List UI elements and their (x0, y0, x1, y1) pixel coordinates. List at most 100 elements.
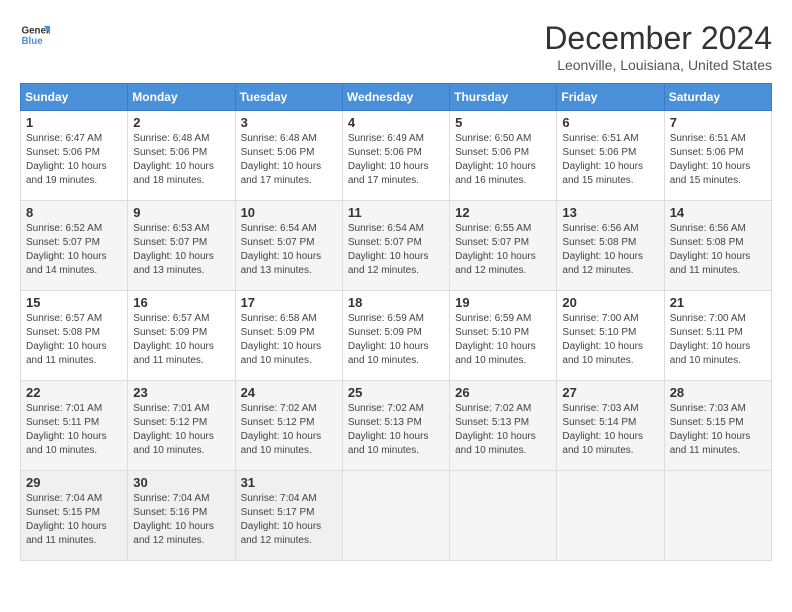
calendar-day-cell: 18 Sunrise: 6:59 AM Sunset: 5:09 PM Dayli… (342, 291, 449, 381)
day-info: Sunrise: 6:49 AM Sunset: 5:06 PM Dayligh… (348, 132, 444, 188)
day-number: 28 (670, 385, 766, 400)
day-number: 11 (348, 205, 444, 220)
day-info: Sunrise: 7:00 AM Sunset: 5:11 PM Dayligh… (670, 312, 766, 368)
calendar-day-header: Friday (557, 84, 664, 111)
calendar-day-cell: 6 Sunrise: 6:51 AM Sunset: 5:06 PM Daylig… (557, 111, 664, 201)
title-section: December 2024 Leonville, Louisiana, Unit… (544, 20, 772, 73)
calendar-day-cell: 9 Sunrise: 6:53 AM Sunset: 5:07 PM Daylig… (128, 201, 235, 291)
day-info: Sunrise: 7:03 AM Sunset: 5:15 PM Dayligh… (670, 402, 766, 458)
day-info: Sunrise: 6:57 AM Sunset: 5:09 PM Dayligh… (133, 312, 229, 368)
day-number: 24 (241, 385, 337, 400)
calendar-day-cell: 24 Sunrise: 7:02 AM Sunset: 5:12 PM Dayli… (235, 381, 342, 471)
day-info: Sunrise: 6:53 AM Sunset: 5:07 PM Dayligh… (133, 222, 229, 278)
day-info: Sunrise: 6:58 AM Sunset: 5:09 PM Dayligh… (241, 312, 337, 368)
day-info: Sunrise: 6:56 AM Sunset: 5:08 PM Dayligh… (562, 222, 658, 278)
day-info: Sunrise: 6:51 AM Sunset: 5:06 PM Dayligh… (670, 132, 766, 188)
day-number: 22 (26, 385, 122, 400)
day-number: 6 (562, 115, 658, 130)
day-info: Sunrise: 6:55 AM Sunset: 5:07 PM Dayligh… (455, 222, 551, 278)
month-title: December 2024 (544, 20, 772, 57)
calendar-day-cell: 22 Sunrise: 7:01 AM Sunset: 5:11 PM Dayli… (21, 381, 128, 471)
day-info: Sunrise: 6:56 AM Sunset: 5:08 PM Dayligh… (670, 222, 766, 278)
calendar-day-header: Tuesday (235, 84, 342, 111)
day-info: Sunrise: 6:48 AM Sunset: 5:06 PM Dayligh… (241, 132, 337, 188)
calendar-day-cell: 28 Sunrise: 7:03 AM Sunset: 5:15 PM Dayli… (664, 381, 771, 471)
calendar-day-cell: 23 Sunrise: 7:01 AM Sunset: 5:12 PM Dayli… (128, 381, 235, 471)
day-info: Sunrise: 6:47 AM Sunset: 5:06 PM Dayligh… (26, 132, 122, 188)
day-info: Sunrise: 7:03 AM Sunset: 5:14 PM Dayligh… (562, 402, 658, 458)
day-number: 14 (670, 205, 766, 220)
calendar-day-cell: 31Sunrise: 7:04 AM Sunset: 5:17 PM Dayli… (235, 471, 342, 561)
day-info: Sunrise: 7:02 AM Sunset: 5:12 PM Dayligh… (241, 402, 337, 458)
calendar-day-cell: 26 Sunrise: 7:02 AM Sunset: 5:13 PM Dayli… (450, 381, 557, 471)
calendar-day-cell: 15 Sunrise: 6:57 AM Sunset: 5:08 PM Dayli… (21, 291, 128, 381)
calendar-week-row: 22 Sunrise: 7:01 AM Sunset: 5:11 PM Dayli… (21, 381, 772, 471)
day-info: Sunrise: 7:02 AM Sunset: 5:13 PM Dayligh… (455, 402, 551, 458)
calendar-day-cell: 25Sunrise: 7:02 AM Sunset: 5:13 PM Dayli… (342, 381, 449, 471)
calendar-day-cell: 8 Sunrise: 6:52 AM Sunset: 5:07 PM Daylig… (21, 201, 128, 291)
calendar-day-header: Wednesday (342, 84, 449, 111)
calendar-day-cell: 4Sunrise: 6:49 AM Sunset: 5:06 PM Daylig… (342, 111, 449, 201)
day-number: 5 (455, 115, 551, 130)
day-number: 7 (670, 115, 766, 130)
logo: General Blue (20, 20, 50, 50)
calendar-day-cell (664, 471, 771, 561)
calendar-day-cell: 27 Sunrise: 7:03 AM Sunset: 5:14 PM Dayli… (557, 381, 664, 471)
day-number: 29 (26, 475, 122, 490)
calendar-day-cell: 3 Sunrise: 6:48 AM Sunset: 5:06 PM Daylig… (235, 111, 342, 201)
calendar-day-cell (342, 471, 449, 561)
calendar-day-cell: 17 Sunrise: 6:58 AM Sunset: 5:09 PM Dayli… (235, 291, 342, 381)
calendar-day-cell: 29 Sunrise: 7:04 AM Sunset: 5:15 PM Dayli… (21, 471, 128, 561)
day-info: Sunrise: 7:01 AM Sunset: 5:11 PM Dayligh… (26, 402, 122, 458)
day-number: 19 (455, 295, 551, 310)
day-number: 10 (241, 205, 337, 220)
calendar-day-header: Thursday (450, 84, 557, 111)
day-number: 16 (133, 295, 229, 310)
day-number: 1 (26, 115, 122, 130)
calendar-table: SundayMondayTuesdayWednesdayThursdayFrid… (20, 83, 772, 561)
day-number: 31 (241, 475, 337, 490)
day-info: Sunrise: 6:59 AM Sunset: 5:09 PM Dayligh… (348, 312, 444, 368)
day-number: 2 (133, 115, 229, 130)
day-number: 30 (133, 475, 229, 490)
calendar-day-cell: 21Sunrise: 7:00 AM Sunset: 5:11 PM Dayli… (664, 291, 771, 381)
day-number: 27 (562, 385, 658, 400)
day-number: 8 (26, 205, 122, 220)
day-info: Sunrise: 7:04 AM Sunset: 5:15 PM Dayligh… (26, 492, 122, 548)
calendar-day-cell: 13 Sunrise: 6:56 AM Sunset: 5:08 PM Dayli… (557, 201, 664, 291)
calendar-week-row: 29 Sunrise: 7:04 AM Sunset: 5:15 PM Dayli… (21, 471, 772, 561)
day-info: Sunrise: 6:52 AM Sunset: 5:07 PM Dayligh… (26, 222, 122, 278)
svg-text:Blue: Blue (22, 36, 44, 47)
day-number: 13 (562, 205, 658, 220)
logo-icon: General Blue (20, 20, 50, 50)
day-number: 12 (455, 205, 551, 220)
page-header: General Blue December 2024 Leonville, Lo… (20, 20, 772, 73)
day-number: 18 (348, 295, 444, 310)
location: Leonville, Louisiana, United States (544, 57, 772, 73)
calendar-week-row: 1 Sunrise: 6:47 AM Sunset: 5:06 PM Daylig… (21, 111, 772, 201)
calendar-day-cell: 7 Sunrise: 6:51 AM Sunset: 5:06 PM Daylig… (664, 111, 771, 201)
calendar-day-cell: 20Sunrise: 7:00 AM Sunset: 5:10 PM Dayli… (557, 291, 664, 381)
day-number: 9 (133, 205, 229, 220)
day-number: 15 (26, 295, 122, 310)
calendar-day-cell (450, 471, 557, 561)
day-info: Sunrise: 6:50 AM Sunset: 5:06 PM Dayligh… (455, 132, 551, 188)
day-number: 26 (455, 385, 551, 400)
day-info: Sunrise: 6:59 AM Sunset: 5:10 PM Dayligh… (455, 312, 551, 368)
calendar-day-cell: 10Sunrise: 6:54 AM Sunset: 5:07 PM Dayli… (235, 201, 342, 291)
day-info: Sunrise: 6:54 AM Sunset: 5:07 PM Dayligh… (348, 222, 444, 278)
calendar-day-cell: 2 Sunrise: 6:48 AM Sunset: 5:06 PM Daylig… (128, 111, 235, 201)
day-number: 23 (133, 385, 229, 400)
calendar-day-cell: 16 Sunrise: 6:57 AM Sunset: 5:09 PM Dayli… (128, 291, 235, 381)
day-info: Sunrise: 7:04 AM Sunset: 5:16 PM Dayligh… (133, 492, 229, 548)
day-info: Sunrise: 6:48 AM Sunset: 5:06 PM Dayligh… (133, 132, 229, 188)
day-info: Sunrise: 6:57 AM Sunset: 5:08 PM Dayligh… (26, 312, 122, 368)
calendar-day-cell (557, 471, 664, 561)
calendar-day-cell: 11 Sunrise: 6:54 AM Sunset: 5:07 PM Dayli… (342, 201, 449, 291)
day-number: 3 (241, 115, 337, 130)
day-number: 17 (241, 295, 337, 310)
day-info: Sunrise: 6:51 AM Sunset: 5:06 PM Dayligh… (562, 132, 658, 188)
calendar-day-cell: 5 Sunrise: 6:50 AM Sunset: 5:06 PM Daylig… (450, 111, 557, 201)
calendar-day-cell: 30 Sunrise: 7:04 AM Sunset: 5:16 PM Dayli… (128, 471, 235, 561)
day-info: Sunrise: 7:01 AM Sunset: 5:12 PM Dayligh… (133, 402, 229, 458)
